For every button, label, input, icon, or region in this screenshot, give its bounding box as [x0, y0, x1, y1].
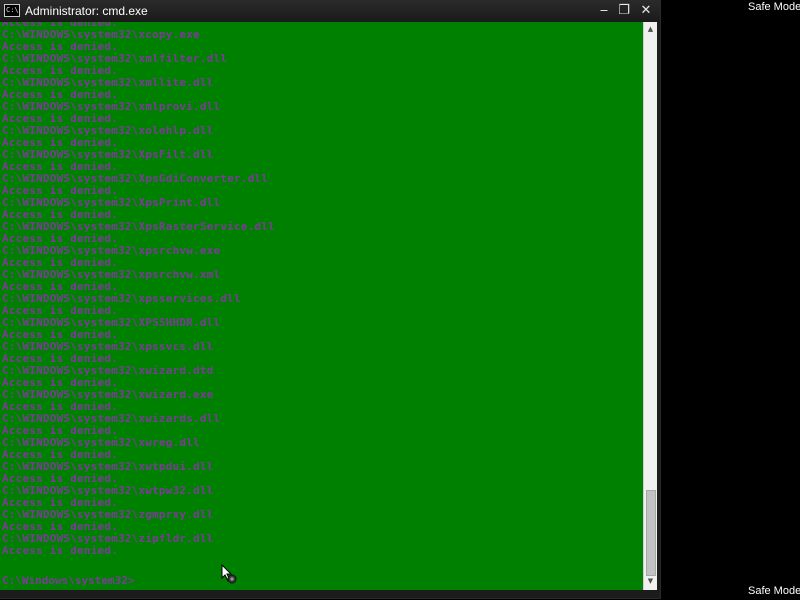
restore-button[interactable]: ❐	[614, 3, 634, 19]
minimize-button[interactable]: ‒	[594, 3, 614, 19]
safe-mode-label-bottom: Safe Mode	[748, 585, 800, 597]
window-title: Administrator: cmd.exe	[25, 4, 148, 18]
safe-mode-label-top: Safe Mode	[748, 1, 800, 13]
cmd-window[interactable]: C:\ Administrator: cmd.exe ‒ ❐ ✕ Access …	[0, 0, 661, 599]
vertical-scrollbar[interactable]: ▲ ▼	[643, 22, 657, 590]
console-output[interactable]: Access is denied. C:\WINDOWS\system32\xco…	[0, 22, 643, 590]
title-bar[interactable]: C:\ Administrator: cmd.exe ‒ ❐ ✕	[0, 0, 660, 22]
console-lines: Access is denied. C:\WINDOWS\system32\xco…	[2, 22, 275, 557]
command-prompt[interactable]: C:\Windows\system32>	[2, 575, 134, 587]
console-line: Access is denied.	[2, 544, 118, 557]
scroll-up-arrow-icon[interactable]: ▲	[644, 22, 657, 36]
close-button[interactable]: ✕	[636, 3, 656, 19]
mouse-cursor-icon	[221, 564, 237, 584]
cmd-icon[interactable]: C:\	[4, 4, 20, 17]
scroll-thumb[interactable]	[646, 490, 656, 576]
scroll-down-arrow-icon[interactable]: ▼	[644, 574, 657, 588]
